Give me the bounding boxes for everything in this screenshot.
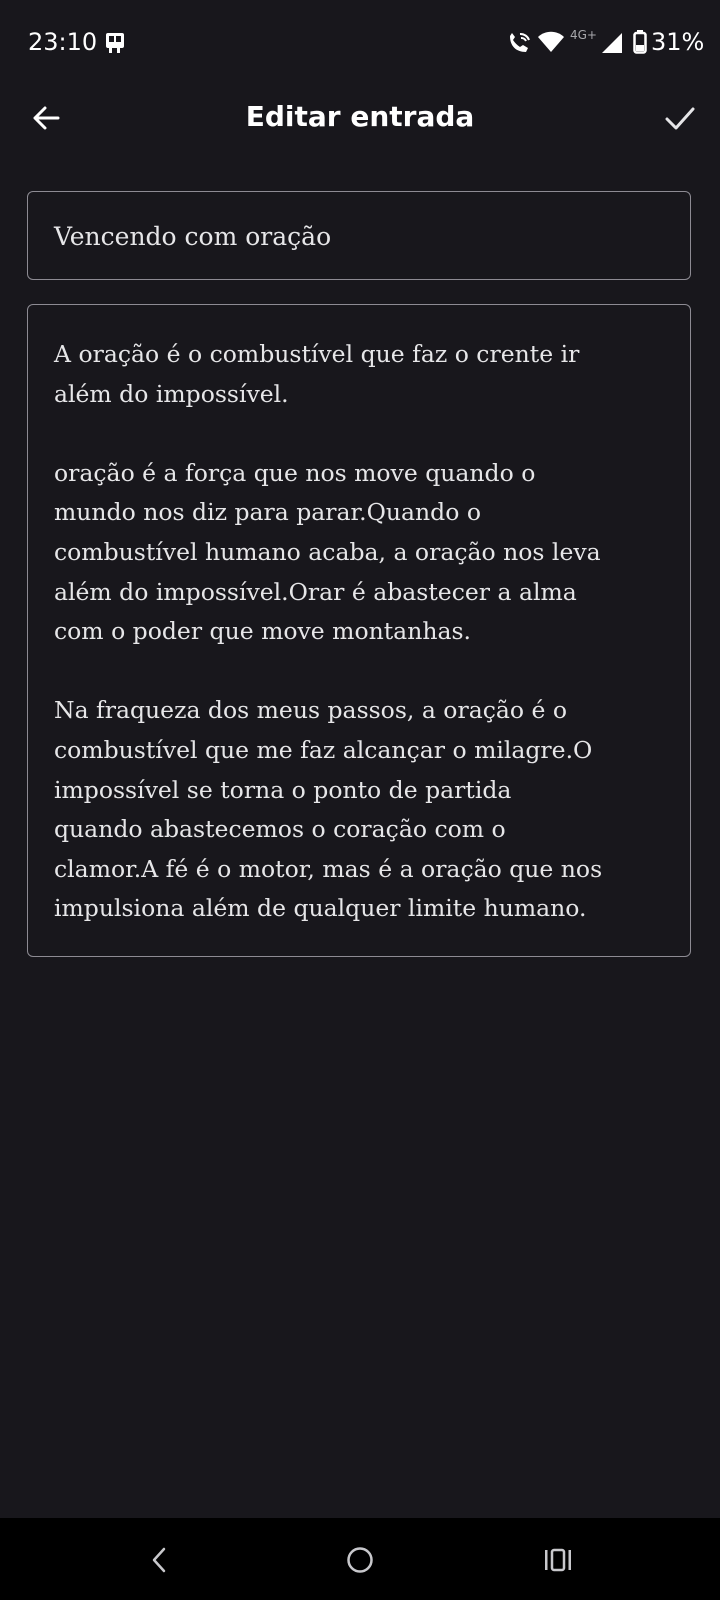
body-text-line: A oração é o combustível que faz o crent… (54, 340, 580, 368)
body-text-line: combustível humano acaba, a oração nos l… (54, 537, 601, 566)
body-text-line: Na fraqueza dos meus passos, a oração é … (54, 696, 568, 725)
save-button[interactable] (658, 96, 702, 140)
entry-title-field[interactable]: Vencendo com oração (27, 191, 691, 280)
entry-title-text: Vencendo com oração (54, 222, 332, 251)
nav-back-icon (152, 1547, 166, 1573)
nav-recents-icon (545, 1548, 571, 1572)
body-text-line: mundo nos diz para parar.Quando o (54, 498, 481, 527)
body-text-line: oração é a força que nos move quando o (54, 458, 536, 487)
cell-signal-icon (602, 33, 622, 53)
nav-home-icon (347, 1547, 373, 1573)
body-text-line: impossível se torna o ponto de partida (54, 775, 512, 804)
page-title: Editar entrada (245, 100, 475, 133)
battery-percentage: 31% (651, 28, 705, 56)
battery-icon (633, 30, 647, 54)
body-text-line: clamor.A fé é o motor, mas é a oração qu… (54, 854, 603, 883)
body-text-line: impulsiona além de qualquer limite human… (54, 894, 587, 923)
body-blank-line (54, 414, 674, 454)
nav-recents-button[interactable] (534, 1536, 582, 1584)
body-text-line: além do impossível. (54, 379, 289, 408)
wifi-icon (538, 31, 564, 52)
notification-app-icon (106, 33, 124, 53)
wifi-calling-icon (510, 33, 530, 52)
entry-body-field[interactable]: A oração é o combustível que faz o crent… (27, 304, 691, 957)
body-text-line: combustível que me faz alcançar o milagr… (54, 735, 593, 764)
body-text-line: quando abastecemos o coração com o (54, 815, 506, 844)
nav-home-button[interactable] (336, 1536, 384, 1584)
body-text-line: além do impossível.Orar é abastecer a al… (54, 577, 577, 606)
entry-body-text: A oração é o combustível que faz o crent… (54, 335, 674, 929)
nav-back-button[interactable] (135, 1536, 183, 1584)
status-time: 23:10 (28, 28, 98, 56)
status-bar: 23:10 4G+ 31% (0, 0, 720, 86)
body-text-line: com o poder que move montanhas. (54, 617, 471, 646)
system-nav-bar (0, 1518, 720, 1600)
body-blank-line (54, 652, 674, 692)
network-type-label: 4G+ (570, 28, 597, 42)
app-bar: Editar entrada (0, 86, 720, 150)
check-icon (665, 107, 695, 130)
